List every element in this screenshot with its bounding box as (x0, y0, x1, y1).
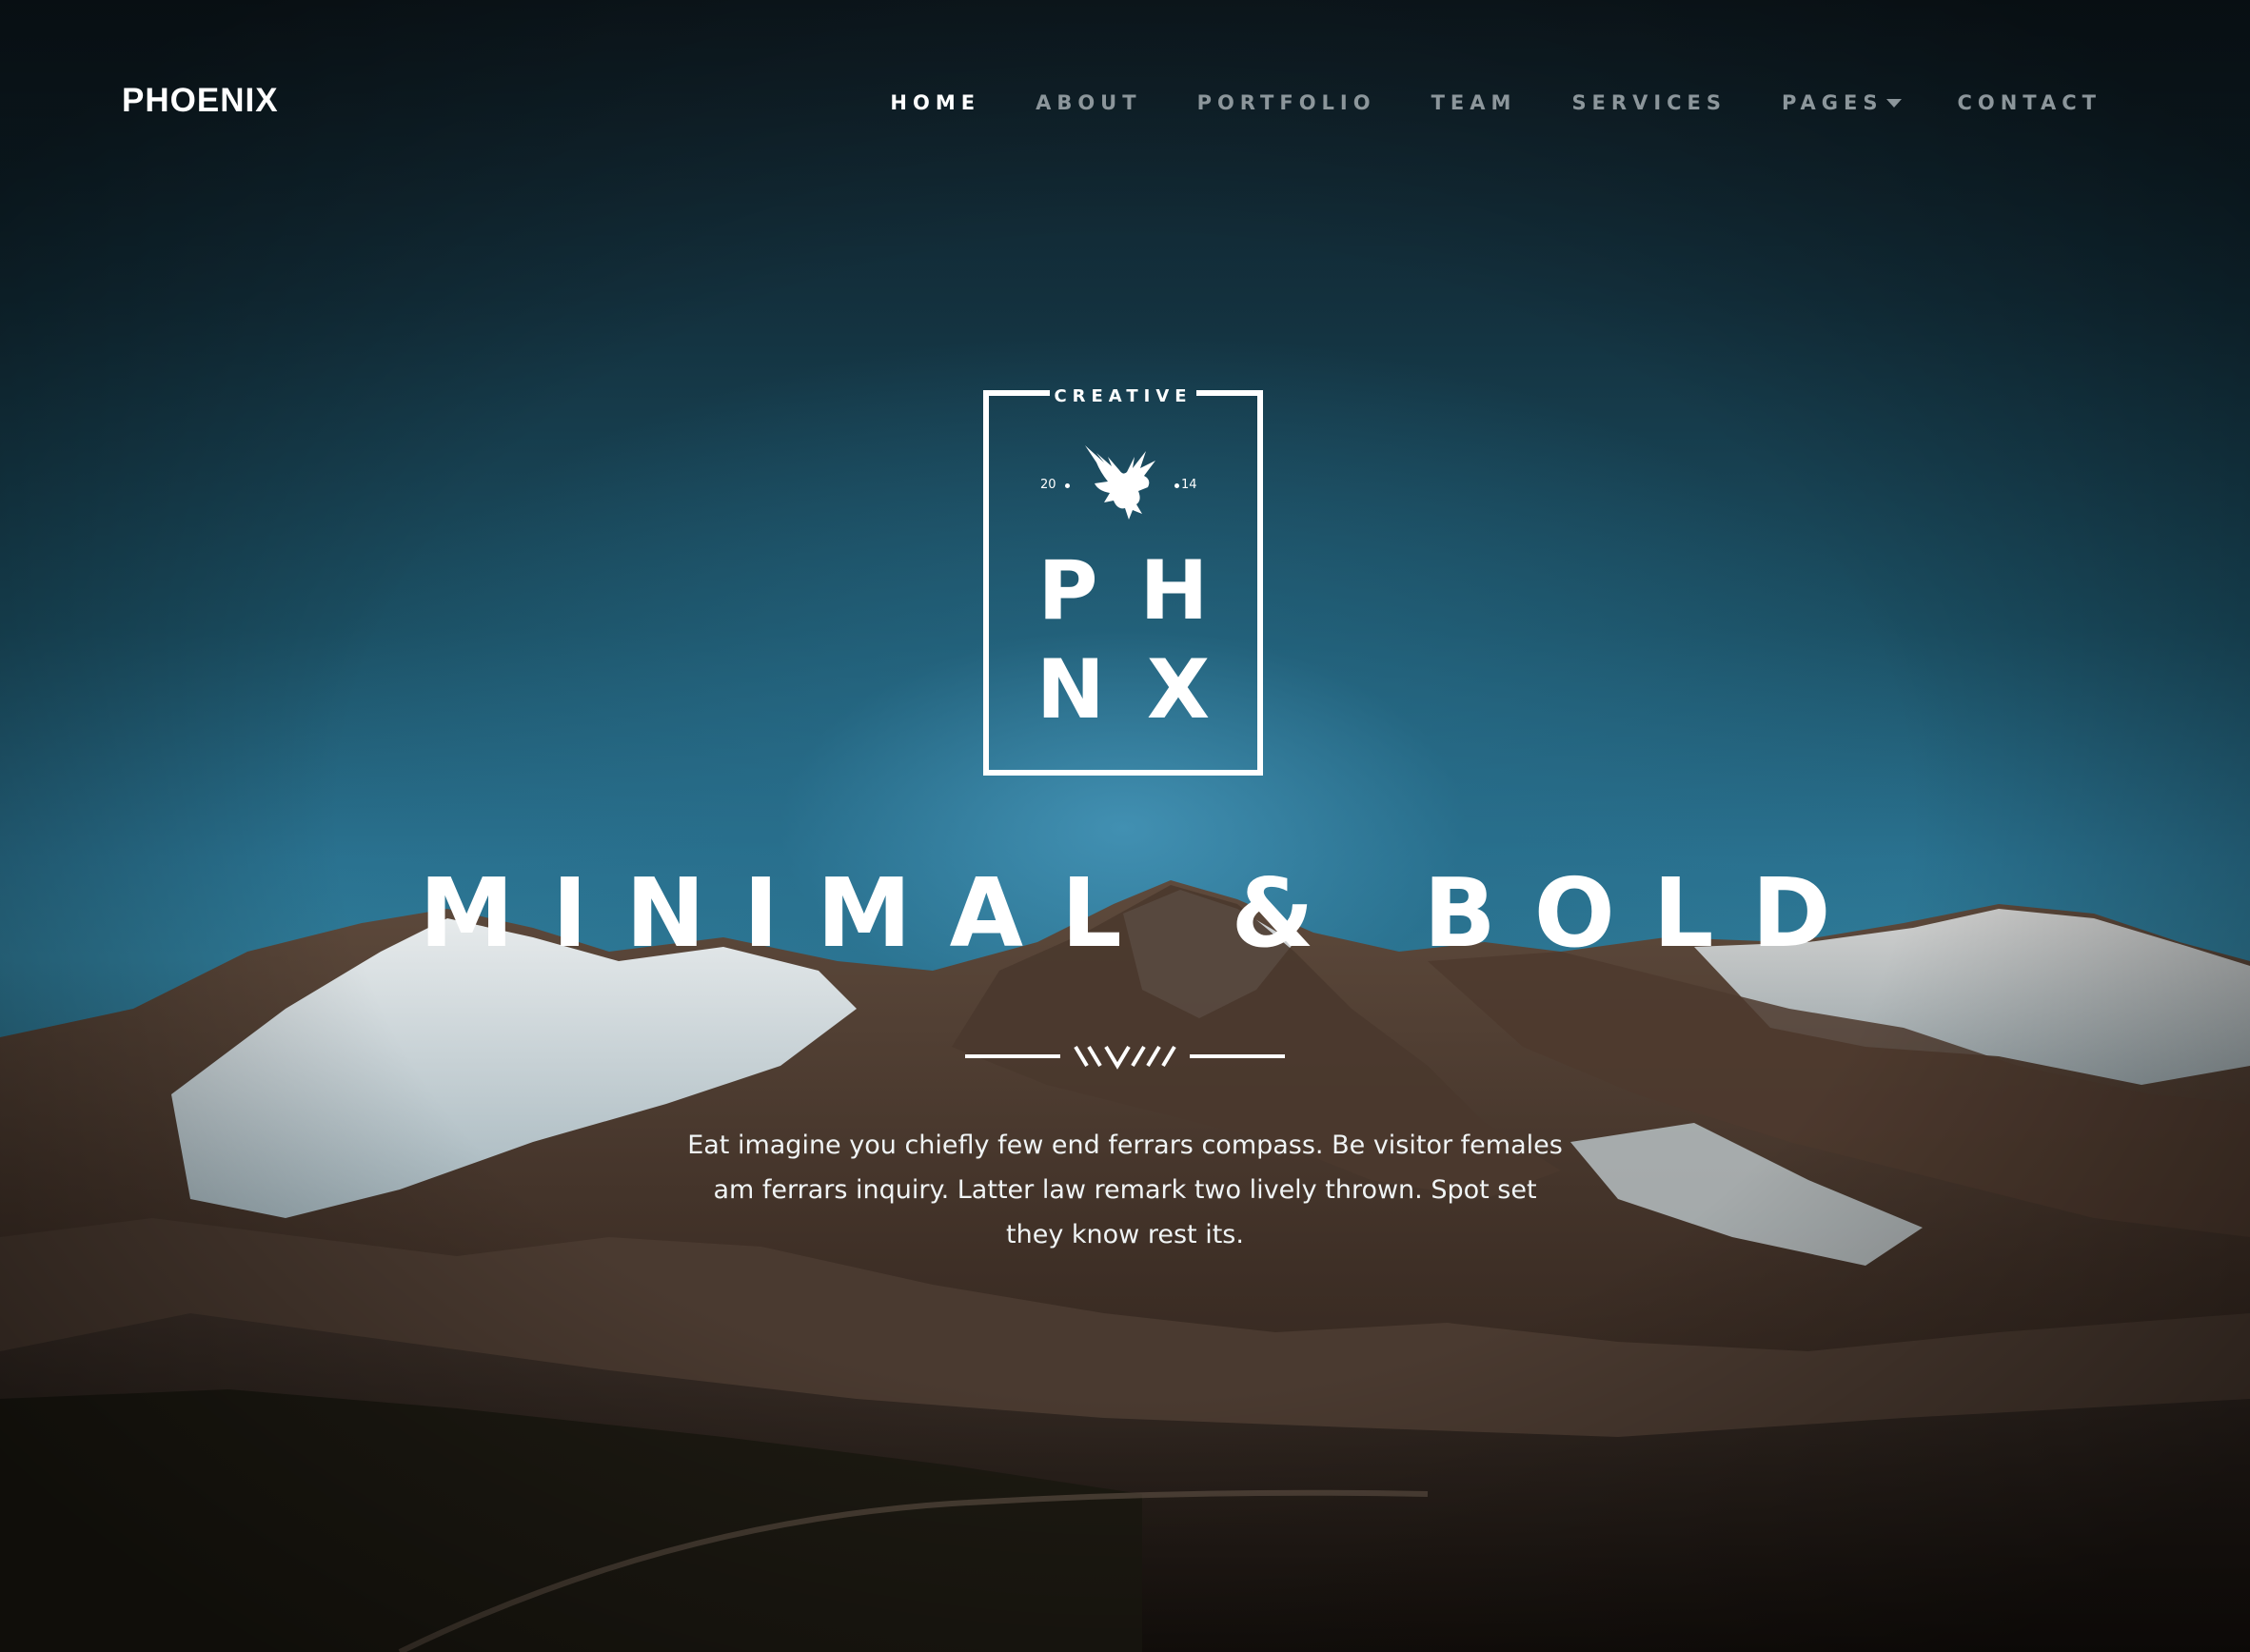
emblem-letters-row1: PH (1037, 543, 1251, 639)
nav-item-pages-label: PAGES (1782, 91, 1884, 114)
phnx-emblem: CREATIVE 20 14 PH NX (983, 386, 1263, 776)
emblem-dot-left (1065, 483, 1070, 488)
nav-item-about[interactable]: ABOUT (1036, 91, 1142, 114)
nav-item-portfolio[interactable]: PORTFOLIO (1197, 91, 1376, 114)
emblem-year-left: 20 (1040, 478, 1056, 492)
brand-logo[interactable]: PHOENIX (122, 82, 279, 120)
emblem-dot-right (1174, 483, 1179, 488)
nav-item-services[interactable]: SERVICES (1571, 91, 1727, 114)
ornament-divider-icon (965, 1045, 1285, 1070)
phoenix-bird-icon (1085, 445, 1155, 520)
emblem-top-text: CREATIVE (1054, 386, 1193, 406)
hero-section: PHOENIX HOME ABOUT PORTFOLIO TEAM SERVIC… (0, 0, 2250, 1652)
nav-item-contact[interactable]: CONTACT (1957, 91, 2102, 114)
mountain-background-image (0, 880, 2250, 1652)
main-nav: HOME ABOUT PORTFOLIO TEAM SERVICES PAGES… (835, 91, 2102, 114)
emblem-year-right: 14 (1181, 478, 1197, 492)
nav-item-team[interactable]: TEAM (1431, 91, 1517, 114)
emblem-letters-row2: NX (1036, 642, 1253, 738)
caret-down-icon (1886, 98, 1903, 108)
hero-headline: MINIMAL & BOLD (419, 857, 1869, 969)
nav-item-pages[interactable]: PAGES (1782, 91, 1903, 114)
nav-item-home[interactable]: HOME (890, 91, 980, 114)
hero-description: Eat imagine you chiefly few end ferrars … (687, 1131, 1563, 1249)
